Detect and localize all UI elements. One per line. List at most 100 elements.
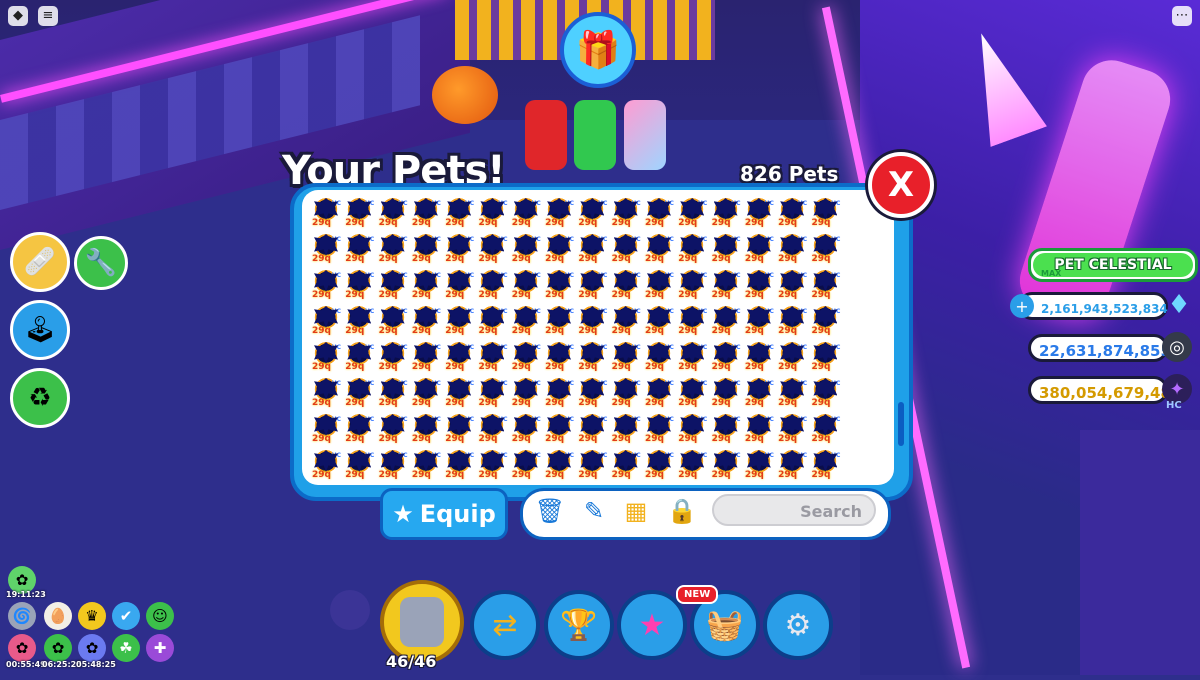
trophy-icon[interactable]: 🏆: [544, 590, 614, 660]
pet-tile[interactable]: 29q HC: [609, 374, 642, 408]
pet-tile[interactable]: 29q HC: [642, 194, 675, 228]
pet-tile[interactable]: 29q HC: [476, 266, 509, 300]
pet-tile[interactable]: 29q HC: [310, 194, 342, 228]
pet-tile[interactable]: 29q HC: [443, 338, 476, 372]
pet-tile[interactable]: 29q HC: [676, 230, 709, 264]
pet-tile[interactable]: 29q HC: [310, 446, 342, 480]
pet-tile[interactable]: 29q HC: [476, 302, 509, 336]
pet-tile[interactable]: 29q HC: [543, 302, 576, 336]
pet-tile[interactable]: 29q HC: [509, 338, 542, 372]
pet-tile[interactable]: 29q HC: [709, 194, 742, 228]
pet-tile[interactable]: 29q HC: [343, 302, 376, 336]
pet-tile[interactable]: 29q HC: [376, 338, 409, 372]
pet-tile[interactable]: 29q HC: [676, 338, 709, 372]
pet-tile[interactable]: 29q HC: [742, 194, 775, 228]
pet-tile[interactable]: 29q HC: [642, 374, 675, 408]
add-diamonds-button[interactable]: +: [1010, 294, 1034, 318]
pet-tile[interactable]: 29q HC: [343, 194, 376, 228]
pet-tile[interactable]: 29q HC: [376, 266, 409, 300]
bandage-icon[interactable]: 🩹: [10, 232, 70, 292]
pet-tile[interactable]: 29q HC: [310, 266, 342, 300]
close-button[interactable]: X: [868, 152, 934, 218]
pet-tile[interactable]: 29q HC: [809, 410, 842, 444]
pet-tile[interactable]: 29q HC: [343, 230, 376, 264]
pet-tile[interactable]: 29q HC: [343, 338, 376, 372]
pet-tile[interactable]: 29q HC: [676, 446, 709, 480]
pet-tile[interactable]: 29q HC: [709, 302, 742, 336]
pet-tile[interactable]: 29q HC: [443, 230, 476, 264]
pet-tile[interactable]: 29q HC: [443, 410, 476, 444]
pet-tile[interactable]: 29q HC: [642, 302, 675, 336]
pet-tile[interactable]: 29q HC: [776, 194, 809, 228]
roblox-menu-icon[interactable]: ◆: [8, 6, 28, 26]
pet-tile[interactable]: 29q HC: [742, 302, 775, 336]
pet-tile[interactable]: 29q HC: [476, 410, 509, 444]
pet-tile[interactable]: 29q HC: [409, 410, 442, 444]
pet-tile[interactable]: 29q HC: [609, 194, 642, 228]
verified-icon[interactable]: ✔: [112, 602, 140, 630]
clover-icon[interactable]: ☘: [112, 634, 140, 662]
pet-tile[interactable]: 29q HC: [676, 194, 709, 228]
search-input[interactable]: Search: [712, 494, 876, 526]
pet-tile[interactable]: 29q HC: [709, 266, 742, 300]
pet-tile[interactable]: 29q HC: [776, 230, 809, 264]
trash-icon[interactable]: 🗑: [534, 494, 566, 528]
pet-tile[interactable]: 29q HC: [642, 230, 675, 264]
pet-tile[interactable]: 29q HC: [409, 302, 442, 336]
pet-tile[interactable]: 29q HC: [709, 446, 742, 480]
pet-tile[interactable]: 29q HC: [409, 194, 442, 228]
auto-farm-icon[interactable]: 🔧: [74, 236, 128, 290]
equip-button[interactable]: ★ Equip: [380, 488, 508, 540]
pet-tile[interactable]: 29q HC: [676, 374, 709, 408]
tornado-icon[interactable]: 🌀: [8, 602, 36, 630]
pet-tile[interactable]: 29q HC: [776, 338, 809, 372]
pet-tile[interactable]: 29q HC: [642, 410, 675, 444]
pet-tile[interactable]: 29q HC: [576, 410, 609, 444]
pet-tile[interactable]: 29q HC: [409, 266, 442, 300]
pet-tile[interactable]: 29q HC: [376, 230, 409, 264]
pet-tile[interactable]: 29q HC: [776, 302, 809, 336]
pet-tile[interactable]: 29q HC: [742, 374, 775, 408]
pet-tile[interactable]: 29q HC: [576, 338, 609, 372]
pet-tile[interactable]: 29q HC: [776, 266, 809, 300]
pet-tile[interactable]: 29q HC: [443, 194, 476, 228]
pet-tile[interactable]: 29q HC: [742, 338, 775, 372]
pet-tile[interactable]: 29q HC: [509, 266, 542, 300]
pet-tile[interactable]: 29q HC: [709, 410, 742, 444]
pet-tile[interactable]: 29q HC: [509, 446, 542, 480]
pet-tile[interactable]: 29q HC: [376, 374, 409, 408]
pet-tile[interactable]: 29q HC: [742, 266, 775, 300]
gift-icon[interactable]: 🎁: [560, 12, 636, 88]
pet-tile[interactable]: 29q HC: [609, 410, 642, 444]
puzzle-icon[interactable]: ✚: [146, 634, 174, 662]
more-menu-icon[interactable]: ⋯: [1172, 6, 1192, 26]
pet-tile[interactable]: 29q HC: [676, 410, 709, 444]
pet-tile[interactable]: 29q HC: [809, 266, 842, 300]
grid-view-icon[interactable]: ▦: [620, 494, 652, 528]
pet-tile[interactable]: 29q HC: [310, 410, 342, 444]
pet-tile[interactable]: 29q HC: [609, 302, 642, 336]
pet-tile[interactable]: 29q HC: [809, 446, 842, 480]
pet-tile[interactable]: 29q HC: [742, 230, 775, 264]
pet-tile[interactable]: 29q HC: [543, 446, 576, 480]
pet-tile[interactable]: 29q HC: [576, 266, 609, 300]
pet-tile[interactable]: 29q HC: [809, 230, 842, 264]
pet-tile[interactable]: 29q HC: [409, 446, 442, 480]
pet-tile[interactable]: 29q HC: [443, 266, 476, 300]
pet-tile[interactable]: 29q HC: [509, 302, 542, 336]
pet-tile[interactable]: 29q HC: [576, 302, 609, 336]
scrollbar[interactable]: [898, 402, 904, 446]
pet-tile[interactable]: 29q HC: [809, 194, 842, 228]
pet-tile[interactable]: 29q HC: [543, 374, 576, 408]
pet-tile[interactable]: 29q HC: [476, 338, 509, 372]
recycle-icon[interactable]: ♻: [10, 368, 70, 428]
crown-icon[interactable]: ♛: [78, 602, 106, 630]
pet-tile[interactable]: 29q HC: [343, 266, 376, 300]
pet-tile[interactable]: 29q HC: [809, 302, 842, 336]
pet-tile[interactable]: 29q HC: [776, 410, 809, 444]
egg-icon[interactable]: 🥚: [44, 602, 72, 630]
pet-tile[interactable]: 29q HC: [376, 194, 409, 228]
pet-tile[interactable]: 29q HC: [609, 266, 642, 300]
pet-tile[interactable]: 29q HC: [609, 338, 642, 372]
settings-gear-icon[interactable]: ⚙: [763, 590, 833, 660]
